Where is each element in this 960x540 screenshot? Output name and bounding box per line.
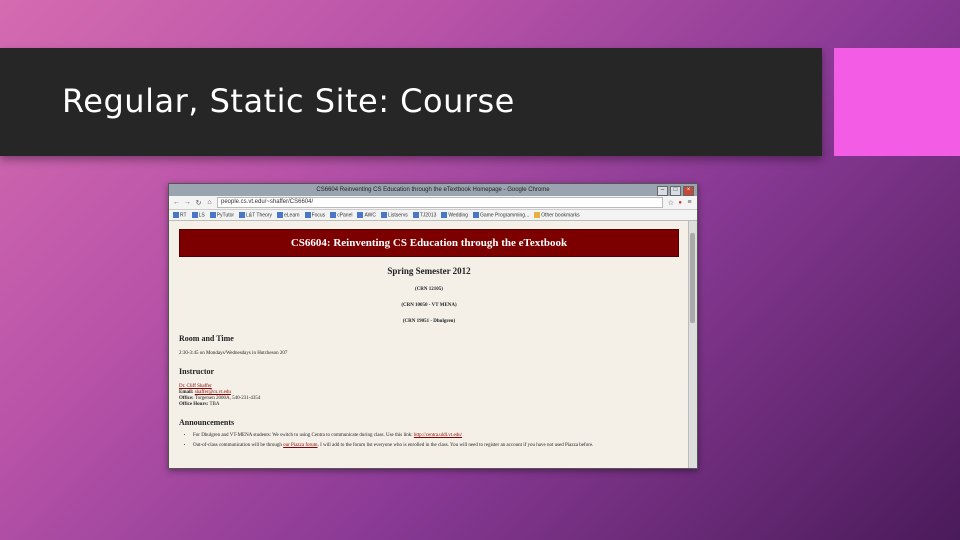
instructor-link[interactable]: Dr. Cliff Shaffer [179,384,212,389]
crn-line: (CRN 10050 - VT MENA) [401,303,457,308]
office-value: Torgersen 2000A, 540-231-4354 [194,396,261,401]
maximize-icon[interactable]: □ [670,186,681,196]
bookmark-item[interactable]: TJ2013 [412,211,436,218]
bookmark-item[interactable]: LS [191,211,205,218]
minimize-icon[interactable]: – [657,186,668,196]
star-icon[interactable]: ☆ [667,199,674,207]
office-label: Office: [179,396,194,401]
home-icon[interactable]: ⌂ [206,199,213,206]
room-heading: Room and Time [179,334,234,343]
bookmark-icon [209,211,216,218]
reload-icon[interactable]: ↻ [195,199,202,207]
bookmark-item[interactable]: RT [173,211,187,218]
slide-title: Regular, Static Site: Course [62,82,515,120]
piazza-link[interactable]: our Piazza forum [283,443,317,448]
forward-icon[interactable]: → [184,199,191,206]
announcements-heading: Announcements [179,418,235,427]
bookmark-item[interactable]: eLearn [276,211,300,218]
bookmark-icon [473,211,480,218]
announcements-list: For Dhulgren and VT-MENA students: We sw… [179,433,679,449]
centra-link[interactable]: http://centra.uldl.vt.edu/ [414,433,462,438]
bookmark-item[interactable]: Focus [304,211,325,218]
page-scrollbar[interactable] [688,221,697,468]
bookmark-item[interactable]: AWC [357,211,376,218]
bookmark-icon [330,211,337,218]
instructor-info: Dr. Cliff Shaffer Email: shaffer@cs.vt.e… [179,384,679,408]
bookmarks-bar: RT LS PyTutor L&T Theory eLearn Focus cP… [169,210,697,221]
bookmark-icon [191,211,198,218]
scroll-thumb[interactable] [690,233,695,323]
accent-box [834,48,960,156]
bookmark-item[interactable]: Listservs [380,211,408,218]
hours-label: Office Hours: [179,402,209,407]
bookmark-item[interactable]: Game Programming... [473,211,529,218]
web-page: CS6604: Reinventing CS Education through… [169,221,697,468]
semester-heading: Spring Semester 2012 [387,266,471,276]
other-bookmarks[interactable]: Other bookmarks [534,211,580,218]
instructor-heading: Instructor [179,367,215,376]
hours-value: TBA [209,402,220,407]
course-banner: CS6604: Reinventing CS Education through… [179,229,679,257]
bookmark-icon [173,211,179,218]
bookmark-icon [239,211,246,218]
crn-line: (CRN 12105) [415,287,443,292]
bookmark-icon [276,211,283,218]
bookmark-icon [380,211,387,218]
browser-titlebar: CS6604 Reinventing CS Education through … [169,184,697,196]
bookmark-item[interactable]: Wedding [441,211,468,218]
browser-window-title: CS6604 Reinventing CS Education through … [316,187,550,193]
menu-icon[interactable]: ≡ [686,199,693,206]
bookmark-item[interactable]: cPanel [330,211,352,218]
bookmark-icon [357,211,364,218]
browser-toolbar: ← → ↻ ⌂ people.cs.vt.edu/~shaffer/CS6604… [169,196,697,210]
browser-window: CS6604 Reinventing CS Education through … [168,183,698,469]
bookmark-item[interactable]: PyTutor [209,211,234,218]
bookmark-icon [441,211,448,218]
room-text: 2:30-3:45 on Mondays/Wednesdays in Hutch… [179,351,288,356]
list-item: For Dhulgren and VT-MENA students: We sw… [193,433,679,439]
folder-icon [534,211,541,218]
email-label: Email: [179,390,194,395]
close-icon[interactable]: × [683,186,694,196]
crn-line: (CRN 19051 - Dhulgren) [402,319,456,324]
bookmark-icon [304,211,311,218]
list-item: Out-of-class communication will be throu… [193,443,679,449]
bookmark-item[interactable]: L&T Theory [239,211,272,218]
email-link[interactable]: shaffer@cs.vt.edu [195,390,231,395]
back-icon[interactable]: ← [173,199,180,206]
bookmark-icon [412,211,419,218]
address-bar[interactable]: people.cs.vt.edu/~shaffer/CS6604/ [217,197,664,208]
extension-icon[interactable]: ● [678,200,682,206]
